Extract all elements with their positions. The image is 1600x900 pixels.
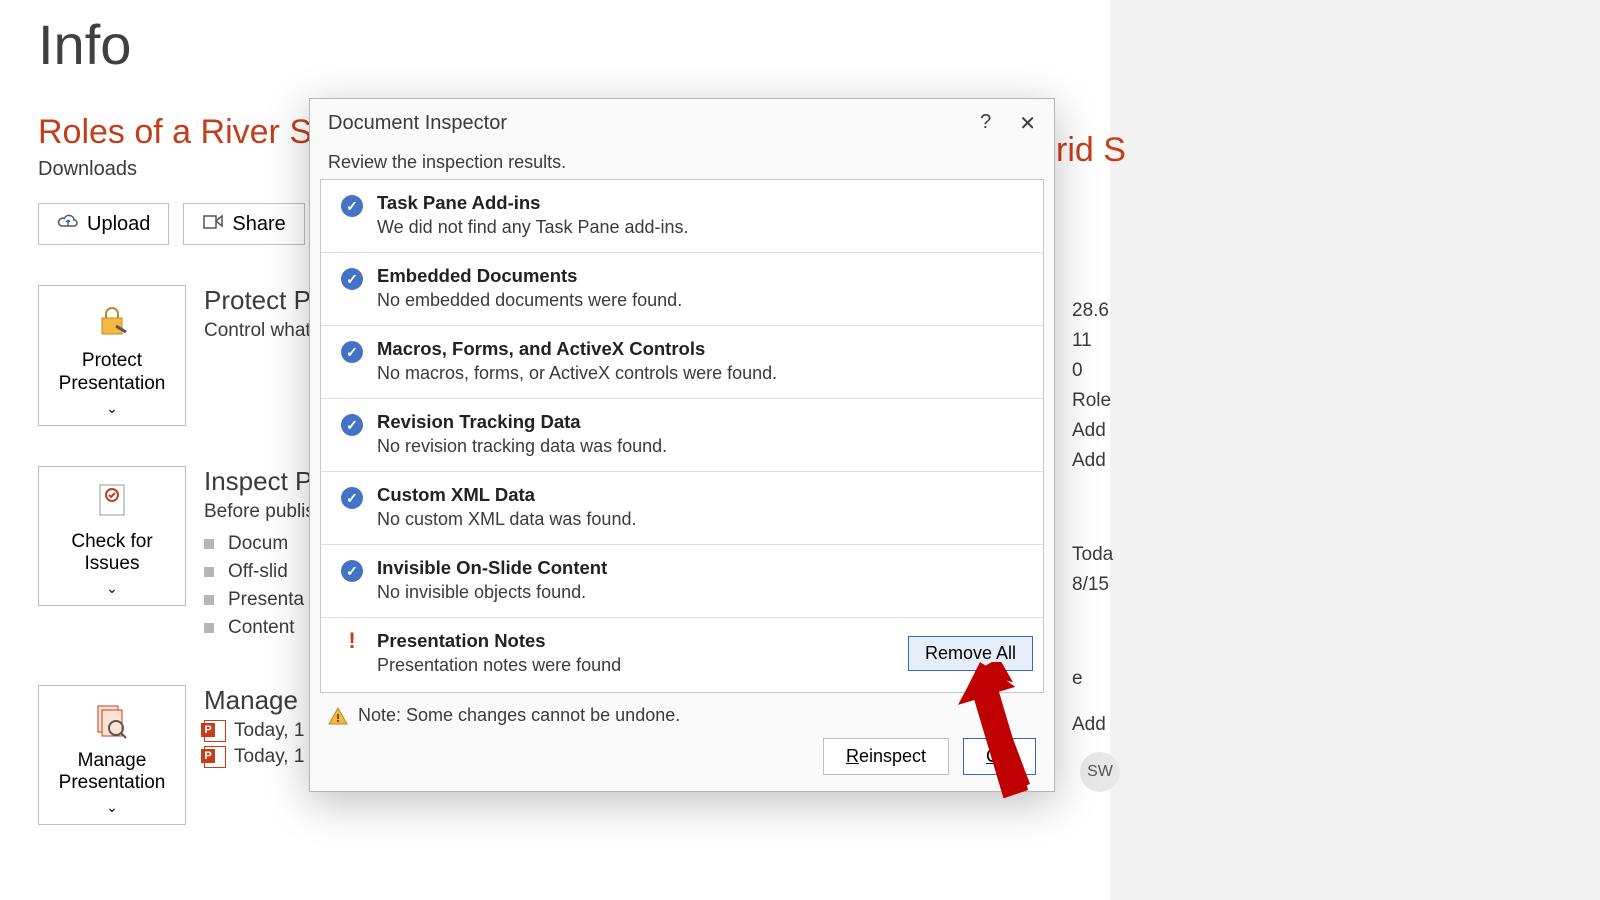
check-icon [341,487,363,509]
inspection-item-desc: No revision tracking data was found. [377,436,1033,457]
dialog-note: Note: Some changes cannot be undone. [358,705,680,726]
inspect-heading: Inspect P [204,466,315,497]
inspect-bullet: Off-slid [204,561,315,583]
inspect-icon [92,481,132,521]
inspection-item-title: Revision Tracking Data [377,411,1033,433]
protect-subtitle: Control what [204,320,311,342]
warning-icon [328,706,348,726]
inspection-item-desc: No invisible objects found. [377,582,1033,603]
inspection-item-desc: No macros, forms, or ActiveX controls we… [377,363,1033,384]
powerpoint-icon [204,720,226,742]
inspection-item: Macros, Forms, and ActiveX Controls No ma… [321,326,1043,399]
upload-button[interactable]: Upload [38,203,169,245]
remove-all-button[interactable]: Remove All [908,636,1033,671]
inspection-item: Invisible On-Slide Content No invisible o… [321,545,1043,618]
manage-presentation-button[interactable]: Manage Presentation⌄ [38,685,186,826]
inspection-item: Revision Tracking Data No revision tracki… [321,399,1043,472]
share-icon [202,212,224,236]
inspection-results-list[interactable]: Task Pane Add-ins We did not find any Tas… [320,179,1044,693]
inspection-item: Custom XML Data No custom XML data was fo… [321,472,1043,545]
inspect-subtitle: Before publis [204,501,315,523]
chevron-down-icon: ⌄ [106,799,118,816]
chevron-down-icon: ⌄ [106,580,118,597]
inspection-item: Embedded Documents No embedded documents … [321,253,1043,326]
version-file[interactable]: Today, 1 [204,746,304,768]
cloud-upload-icon [57,212,79,236]
check-for-issues-button[interactable]: Check for Issues⌄ [38,466,186,607]
manage-icon [92,700,132,740]
inspection-item-desc: Presentation notes were found [377,655,894,676]
inspection-item-desc: No embedded documents were found. [377,290,1033,311]
inspection-item-title: Invisible On-Slide Content [377,557,1033,579]
lock-icon [92,300,132,340]
protect-heading: Protect P [204,285,311,316]
inspection-item-title: Embedded Documents [377,265,1033,287]
check-icon [341,414,363,436]
dialog-title: Document Inspector [328,112,507,135]
check-icon [341,341,363,363]
document-inspector-dialog: Document Inspector ? ✕ Review the inspec… [309,98,1055,792]
inspection-item-desc: No custom XML data was found. [377,509,1033,530]
warning-bang-icon: ! [341,630,363,652]
inspection-item-desc: We did not find any Task Pane add-ins. [377,217,1033,238]
properties-values: 28.6 11 0 Role Add Add Toda 8/15 e Add [1072,300,1113,744]
close-icon[interactable]: ✕ [1019,111,1036,136]
inspection-item: Task Pane Add-ins We did not find any Tas… [321,180,1043,253]
page-title: Info [38,12,1072,77]
inspect-bullet: Content [204,617,315,639]
right-panel-bg [1110,0,1600,900]
check-icon [341,195,363,217]
protect-presentation-button[interactable]: Protect Presentation⌄ [38,285,186,426]
check-icon [341,560,363,582]
help-button[interactable]: ? [980,111,991,136]
document-title-tail: rid S [1056,131,1126,170]
chevron-down-icon: ⌄ [106,400,118,417]
dialog-subtitle: Review the inspection results. [310,140,1054,179]
inspect-bullet: Presenta [204,589,315,611]
inspection-item-title: Macros, Forms, and ActiveX Controls [377,338,1033,360]
version-file[interactable]: Today, 1 [204,720,304,742]
powerpoint-icon [204,746,226,768]
inspect-bullet: Docum [204,533,315,555]
author-avatar[interactable]: SW [1080,752,1120,792]
close-button[interactable]: Clo [963,738,1036,775]
share-button[interactable]: Share [183,203,304,245]
check-icon [341,268,363,290]
inspection-item-title: Custom XML Data [377,484,1033,506]
manage-heading: Manage [204,685,304,716]
inspection-item: ! Presentation Notes Presentation notes we… [321,618,1043,690]
inspection-item-title: Task Pane Add-ins [377,192,1033,214]
inspection-item-title: Presentation Notes [377,630,894,652]
reinspect-button[interactable]: Reinspect [823,738,949,775]
